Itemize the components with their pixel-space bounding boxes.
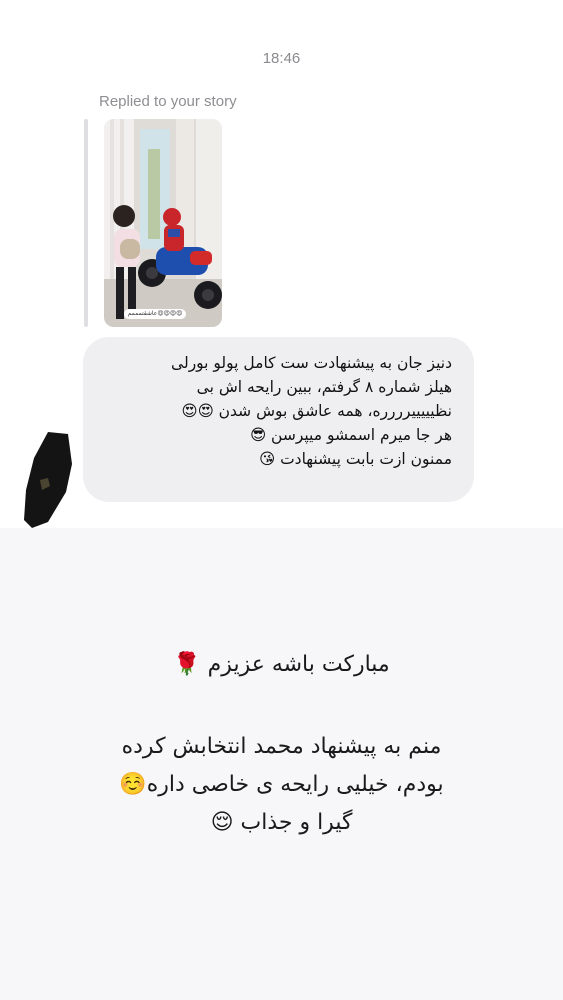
caption-body-line: گیرا و جذاب 😌: [210, 810, 353, 835]
sender-avatar-redacted: [18, 430, 74, 534]
caption-congrats-text: مبارکت باشه عزیزم 🌹: [173, 652, 390, 677]
message-line: ممنون ازت بابت پیشنهادت 😘: [258, 450, 452, 468]
reply-indicator-bar: [84, 119, 88, 327]
story-thumbnail[interactable]: عاشقتمممم😍😍😍😍: [104, 119, 222, 327]
replied-to-story-label: Replied to your story: [99, 93, 237, 110]
redaction-mark-icon: [24, 432, 72, 528]
message-line: دنیز جان به پیشنهادت ست کامل پولو بورلی: [171, 354, 452, 372]
message-timestamp: 18:46: [262, 50, 301, 67]
story-caption-body: منم به پیشنهاد محمد انتخابش کرده بودم، خ…: [40, 728, 523, 842]
caption-body-line: بودم، خیلیی رایحه ی خاصی داره☺️: [119, 772, 444, 797]
message-line: نظیییییرررره، همه عاشق بوش شدن 😍😍: [181, 402, 452, 420]
chat-card: 18:46 Replied to your story عاشقتمممم😍😍😍…: [0, 0, 563, 528]
story-sticker-text: عاشقتمممم😍😍😍😍: [127, 310, 183, 317]
story-caption-congrats: مبارکت باشه عزیزم 🌹: [40, 645, 523, 685]
message-line: هر جا میرم اسمشو میپرسن 😎: [249, 426, 452, 444]
story-photo: [104, 119, 222, 327]
message-line: هیلز شماره ۸ گرفتم، ببین رایحه اش بی: [196, 378, 452, 396]
message-bubble[interactable]: دنیز جان به پیشنهادت ست کامل پولو بورلی …: [83, 337, 474, 502]
caption-body-line: منم به پیشنهاد محمد انتخابش کرده: [121, 734, 442, 759]
